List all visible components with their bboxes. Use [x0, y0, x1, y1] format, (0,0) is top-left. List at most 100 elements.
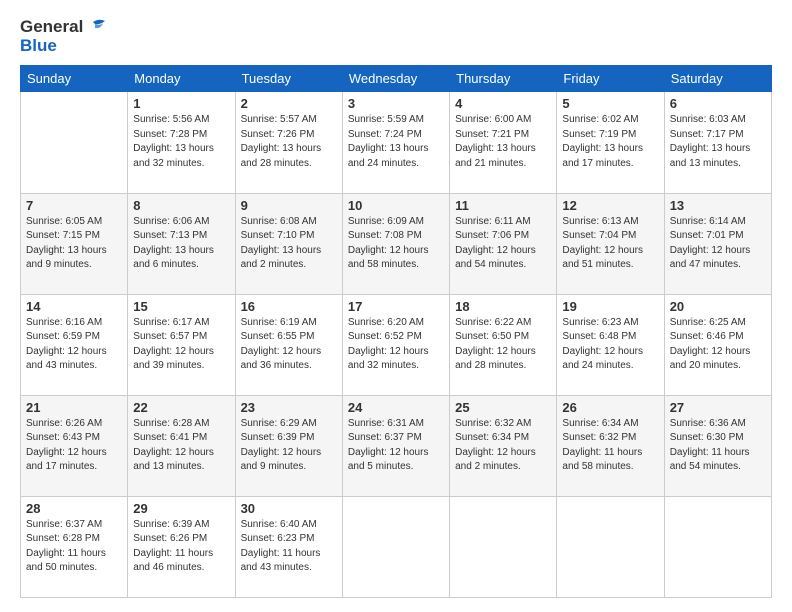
- day-number: 6: [670, 96, 766, 111]
- calendar-cell: 26 Sunrise: 6:34 AM Sunset: 6:32 PM Dayli…: [557, 395, 664, 496]
- day-number: 29: [133, 501, 229, 516]
- day-number: 12: [562, 198, 658, 213]
- calendar-cell: 16Sunrise: 6:19 AM Sunset: 6:55 PM Dayli…: [235, 294, 342, 395]
- calendar-cell: 12 Sunrise: 6:13 AM Sunset: 7:04 PM Dayli…: [557, 193, 664, 294]
- day-info: Sunrise: 6:22 AM Sunset: 6:50 PM Dayligh…: [455, 316, 551, 374]
- calendar-cell: 1 Sunrise: 5:56 AM Sunset: 7:28 PM Daylig…: [128, 92, 235, 193]
- day-info: Sunrise: 6:08 AM Sunset: 7:10 PM Dayligh…: [241, 215, 337, 273]
- day-info: Sunrise: 6:29 AM Sunset: 6:39 PM Dayligh…: [241, 417, 337, 475]
- calendar-cell: 28 Sunrise: 6:37 AM Sunset: 6:28 PM Dayli…: [21, 496, 128, 597]
- logo: General Blue: [20, 18, 105, 55]
- day-number: 4: [455, 96, 551, 111]
- day-number: 27: [670, 400, 766, 415]
- day-number: 25: [455, 400, 551, 415]
- day-number: 8: [133, 198, 229, 213]
- calendar-cell: 29 Sunrise: 6:39 AM Sunset: 6:26 PM Dayli…: [128, 496, 235, 597]
- day-number: 20: [670, 299, 766, 314]
- calendar-cell: 3 Sunrise: 5:59 AM Sunset: 7:24 PM Daylig…: [342, 92, 449, 193]
- calendar-cell: 18 Sunrise: 6:22 AM Sunset: 6:50 PM Dayli…: [450, 294, 557, 395]
- day-number: 10: [348, 198, 444, 213]
- day-number: 18: [455, 299, 551, 314]
- day-number: 22: [133, 400, 229, 415]
- weekday-header-thursday: Thursday: [450, 66, 557, 92]
- calendar-cell: 11 Sunrise: 6:11 AM Sunset: 7:06 PM Dayli…: [450, 193, 557, 294]
- day-info: Sunrise: 6:36 AM Sunset: 6:30 PM Dayligh…: [670, 417, 766, 475]
- day-info: Sunrise: 6:40 AM Sunset: 6:23 PM Dayligh…: [241, 518, 337, 576]
- logo-text-general: General: [20, 18, 83, 37]
- week-row-2: 7 Sunrise: 6:05 AM Sunset: 7:15 PM Daylig…: [21, 193, 772, 294]
- day-info: Sunrise: 6:19 AM Sunset: 6:55 PM Dayligh…: [241, 316, 337, 374]
- day-info: Sunrise: 6:37 AM Sunset: 6:28 PM Dayligh…: [26, 518, 122, 576]
- day-info: Sunrise: 6:25 AM Sunset: 6:46 PM Dayligh…: [670, 316, 766, 374]
- day-number: 13: [670, 198, 766, 213]
- calendar-cell: 7 Sunrise: 6:05 AM Sunset: 7:15 PM Daylig…: [21, 193, 128, 294]
- calendar-cell: 27 Sunrise: 6:36 AM Sunset: 6:30 PM Dayli…: [664, 395, 771, 496]
- day-info: Sunrise: 6:00 AM Sunset: 7:21 PM Dayligh…: [455, 113, 551, 171]
- day-number: 2: [241, 96, 337, 111]
- calendar-cell: 15 Sunrise: 6:17 AM Sunset: 6:57 PM Dayli…: [128, 294, 235, 395]
- day-info: Sunrise: 5:57 AM Sunset: 7:26 PM Dayligh…: [241, 113, 337, 171]
- logo-text-blue: Blue: [20, 37, 105, 56]
- day-number: 11: [455, 198, 551, 213]
- calendar-cell: 10 Sunrise: 6:09 AM Sunset: 7:08 PM Dayli…: [342, 193, 449, 294]
- calendar-cell: [21, 92, 128, 193]
- day-number: 28: [26, 501, 122, 516]
- logo-container: General Blue: [20, 18, 105, 55]
- day-info: Sunrise: 6:05 AM Sunset: 7:15 PM Dayligh…: [26, 215, 122, 273]
- day-number: 21: [26, 400, 122, 415]
- calendar-cell: 19 Sunrise: 6:23 AM Sunset: 6:48 PM Dayli…: [557, 294, 664, 395]
- day-info: Sunrise: 6:39 AM Sunset: 6:26 PM Dayligh…: [133, 518, 229, 576]
- calendar-cell: 24 Sunrise: 6:31 AM Sunset: 6:37 PM Dayli…: [342, 395, 449, 496]
- logo-bird-icon: [85, 18, 105, 36]
- calendar-cell: 30Sunrise: 6:40 AM Sunset: 6:23 PM Dayli…: [235, 496, 342, 597]
- day-number: 26: [562, 400, 658, 415]
- day-info: Sunrise: 6:28 AM Sunset: 6:41 PM Dayligh…: [133, 417, 229, 475]
- day-info: Sunrise: 6:09 AM Sunset: 7:08 PM Dayligh…: [348, 215, 444, 273]
- weekday-header-sunday: Sunday: [21, 66, 128, 92]
- day-number: 23: [241, 400, 337, 415]
- day-info: Sunrise: 6:32 AM Sunset: 6:34 PM Dayligh…: [455, 417, 551, 475]
- calendar-cell: 14Sunrise: 6:16 AM Sunset: 6:59 PM Dayli…: [21, 294, 128, 395]
- day-info: Sunrise: 6:13 AM Sunset: 7:04 PM Dayligh…: [562, 215, 658, 273]
- weekday-header-friday: Friday: [557, 66, 664, 92]
- day-number: 19: [562, 299, 658, 314]
- weekday-header-row: SundayMondayTuesdayWednesdayThursdayFrid…: [21, 66, 772, 92]
- day-number: 3: [348, 96, 444, 111]
- calendar-cell: 22 Sunrise: 6:28 AM Sunset: 6:41 PM Dayli…: [128, 395, 235, 496]
- calendar-cell: 8 Sunrise: 6:06 AM Sunset: 7:13 PM Daylig…: [128, 193, 235, 294]
- week-row-3: 14Sunrise: 6:16 AM Sunset: 6:59 PM Dayli…: [21, 294, 772, 395]
- week-row-5: 28 Sunrise: 6:37 AM Sunset: 6:28 PM Dayli…: [21, 496, 772, 597]
- weekday-header-wednesday: Wednesday: [342, 66, 449, 92]
- page-header: General Blue: [20, 18, 772, 55]
- day-number: 15: [133, 299, 229, 314]
- calendar-cell: 4 Sunrise: 6:00 AM Sunset: 7:21 PM Daylig…: [450, 92, 557, 193]
- day-info: Sunrise: 6:34 AM Sunset: 6:32 PM Dayligh…: [562, 417, 658, 475]
- calendar-cell: 25 Sunrise: 6:32 AM Sunset: 6:34 PM Dayli…: [450, 395, 557, 496]
- day-number: 7: [26, 198, 122, 213]
- calendar-cell: 21 Sunrise: 6:26 AM Sunset: 6:43 PM Dayli…: [21, 395, 128, 496]
- calendar-cell: 17 Sunrise: 6:20 AM Sunset: 6:52 PM Dayli…: [342, 294, 449, 395]
- calendar-cell: 2 Sunrise: 5:57 AM Sunset: 7:26 PM Daylig…: [235, 92, 342, 193]
- calendar-cell: [664, 496, 771, 597]
- day-info: Sunrise: 5:59 AM Sunset: 7:24 PM Dayligh…: [348, 113, 444, 171]
- day-info: Sunrise: 6:26 AM Sunset: 6:43 PM Dayligh…: [26, 417, 122, 475]
- day-number: 17: [348, 299, 444, 314]
- week-row-4: 21 Sunrise: 6:26 AM Sunset: 6:43 PM Dayli…: [21, 395, 772, 496]
- calendar-cell: 20 Sunrise: 6:25 AM Sunset: 6:46 PM Dayli…: [664, 294, 771, 395]
- day-info: Sunrise: 6:17 AM Sunset: 6:57 PM Dayligh…: [133, 316, 229, 374]
- calendar-cell: [450, 496, 557, 597]
- week-row-1: 1 Sunrise: 5:56 AM Sunset: 7:28 PM Daylig…: [21, 92, 772, 193]
- day-info: Sunrise: 6:23 AM Sunset: 6:48 PM Dayligh…: [562, 316, 658, 374]
- calendar-cell: 9Sunrise: 6:08 AM Sunset: 7:10 PM Daylig…: [235, 193, 342, 294]
- weekday-header-tuesday: Tuesday: [235, 66, 342, 92]
- day-info: Sunrise: 6:16 AM Sunset: 6:59 PM Dayligh…: [26, 316, 122, 374]
- day-info: Sunrise: 6:20 AM Sunset: 6:52 PM Dayligh…: [348, 316, 444, 374]
- day-info: Sunrise: 6:11 AM Sunset: 7:06 PM Dayligh…: [455, 215, 551, 273]
- day-info: Sunrise: 6:06 AM Sunset: 7:13 PM Dayligh…: [133, 215, 229, 273]
- day-info: Sunrise: 5:56 AM Sunset: 7:28 PM Dayligh…: [133, 113, 229, 171]
- day-info: Sunrise: 6:31 AM Sunset: 6:37 PM Dayligh…: [348, 417, 444, 475]
- calendar-cell: 6Sunrise: 6:03 AM Sunset: 7:17 PM Daylig…: [664, 92, 771, 193]
- day-number: 24: [348, 400, 444, 415]
- day-number: 1: [133, 96, 229, 111]
- calendar-table: SundayMondayTuesdayWednesdayThursdayFrid…: [20, 65, 772, 598]
